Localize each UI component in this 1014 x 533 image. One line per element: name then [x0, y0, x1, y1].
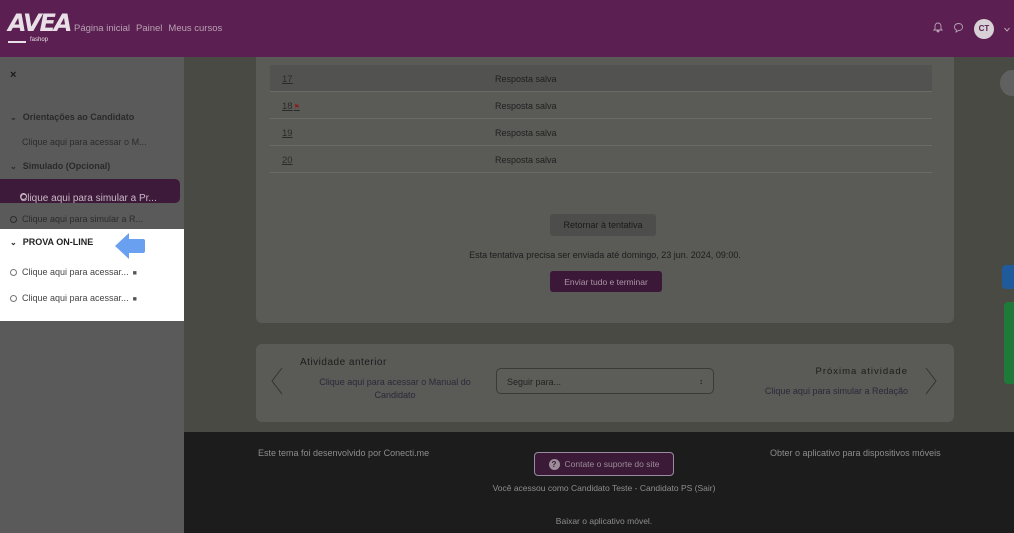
highlighted-section: ⌄ PROVA ON-LINE Clique aqui para acessar.… [0, 229, 184, 321]
nav-home[interactable]: Página inicial [74, 23, 130, 34]
question-status: Resposta salva [495, 128, 557, 138]
bell-icon[interactable] [932, 22, 944, 36]
submit-all-button[interactable]: Enviar tudo e terminar [550, 271, 662, 292]
question-link[interactable]: 18⚑ [282, 101, 300, 112]
jump-to-select[interactable]: Seguir para... ↕ [496, 368, 714, 394]
section-orientacoes[interactable]: ⌄ Orientações ao Candidato [10, 112, 134, 122]
table-row: 20 Resposta salva [270, 146, 932, 173]
site-logo[interactable]: AVEA fashop [8, 8, 73, 47]
chevron-down-icon: ⌄ [10, 238, 17, 247]
prev-activity-title: Atividade anterior [300, 357, 387, 368]
prev-activity-link[interactable]: Clique aqui para acessar o Manual do Can… [300, 376, 490, 402]
question-status: Resposta salva [495, 155, 557, 165]
close-icon[interactable]: × [10, 69, 16, 81]
sidebar-item-simulado-prova[interactable]: Clique aqui para simular a Pr... [0, 179, 180, 204]
contact-support-button[interactable]: ? Contate o suporte do site [534, 452, 674, 476]
chevron-down-icon: ⌄ [10, 113, 17, 122]
deadline-text: Esta tentativa precisa ser enviada até d… [469, 250, 741, 260]
feedback-tab[interactable] [1004, 302, 1014, 384]
get-mobile-app-link[interactable]: Obter o aplicativo para dispositivos móv… [770, 448, 941, 458]
theme-credit: Este tema foi desenvolvido por Conecti.m… [258, 448, 430, 458]
chevron-left-icon[interactable] [268, 366, 286, 396]
primary-nav: Página inicial Painel Meus cursos [74, 23, 222, 34]
table-row: 19 Resposta salva [270, 119, 932, 146]
main-content: 17 Resposta salva 18⚑ Resposta salva 19 … [184, 57, 1014, 432]
lock-icon: ■ [132, 270, 137, 277]
table-row: 18⚑ Resposta salva [270, 92, 932, 119]
next-activity-link[interactable]: Clique aqui para simular a Redação [765, 386, 908, 396]
sidebar-item-prova-2[interactable]: Clique aqui para acessar... ■ [10, 293, 137, 303]
attempt-summary-card: 17 Resposta salva 18⚑ Resposta salva 19 … [256, 57, 954, 323]
question-link[interactable]: 19 [282, 128, 293, 139]
circle-icon [10, 295, 17, 302]
avatar[interactable]: CT [974, 18, 994, 39]
flag-icon: ⚑ [293, 104, 300, 111]
accessibility-icon[interactable] [1002, 265, 1014, 289]
return-to-attempt-button[interactable]: Retornar à tentativa [550, 214, 656, 236]
circle-icon [10, 269, 17, 276]
login-info: Você acessou como Candidato Teste - Cand… [492, 483, 716, 493]
table-row: 17 Resposta salva [270, 65, 932, 92]
question-link[interactable]: 17 [282, 74, 293, 85]
mobile-app-link[interactable]: Baixar o aplicativo móvel. [484, 516, 724, 526]
pointer-arrow-icon [115, 233, 145, 259]
chat-icon[interactable] [953, 22, 964, 36]
chevron-right-icon[interactable] [922, 366, 940, 396]
nav-dashboard[interactable]: Painel [136, 23, 162, 34]
sidebar-item-prova-1[interactable]: Clique aqui para acessar... ■ [10, 267, 137, 277]
circle-icon [10, 216, 17, 223]
nav-my-courses[interactable]: Meus cursos [168, 23, 222, 34]
top-navbar: AVEA fashop Página inicial Painel Meus c… [0, 0, 1014, 57]
logo-subtext: fashop [30, 36, 49, 43]
sidebar-item-manual[interactable]: Clique aqui para acessar o M... [22, 137, 147, 147]
question-link[interactable]: 20 [282, 155, 293, 166]
activity-navigation: Atividade anterior Clique aqui para aces… [256, 344, 954, 422]
sidebar-item-simulado-redacao[interactable]: Clique aqui para simular a R... [10, 214, 143, 224]
question-status: Resposta salva [495, 101, 557, 111]
select-placeholder: Seguir para... [507, 377, 562, 387]
next-activity-title: Próxima atividade [815, 366, 908, 377]
page-footer: Este tema foi desenvolvido por Conecti.m… [184, 432, 1014, 533]
logo-text: AVEA [8, 8, 73, 37]
chevron-down-icon[interactable] [1004, 23, 1010, 35]
lock-icon: ■ [132, 296, 137, 303]
help-icon: ? [548, 458, 560, 470]
section-prova-online[interactable]: ⌄ PROVA ON-LINE [10, 237, 93, 247]
section-simulado[interactable]: ⌄ Simulado (Opcional) [10, 161, 110, 171]
select-caret-icon: ↕ [699, 377, 703, 386]
chevron-down-icon: ⌄ [10, 162, 17, 171]
question-status: Resposta salva [495, 74, 557, 84]
